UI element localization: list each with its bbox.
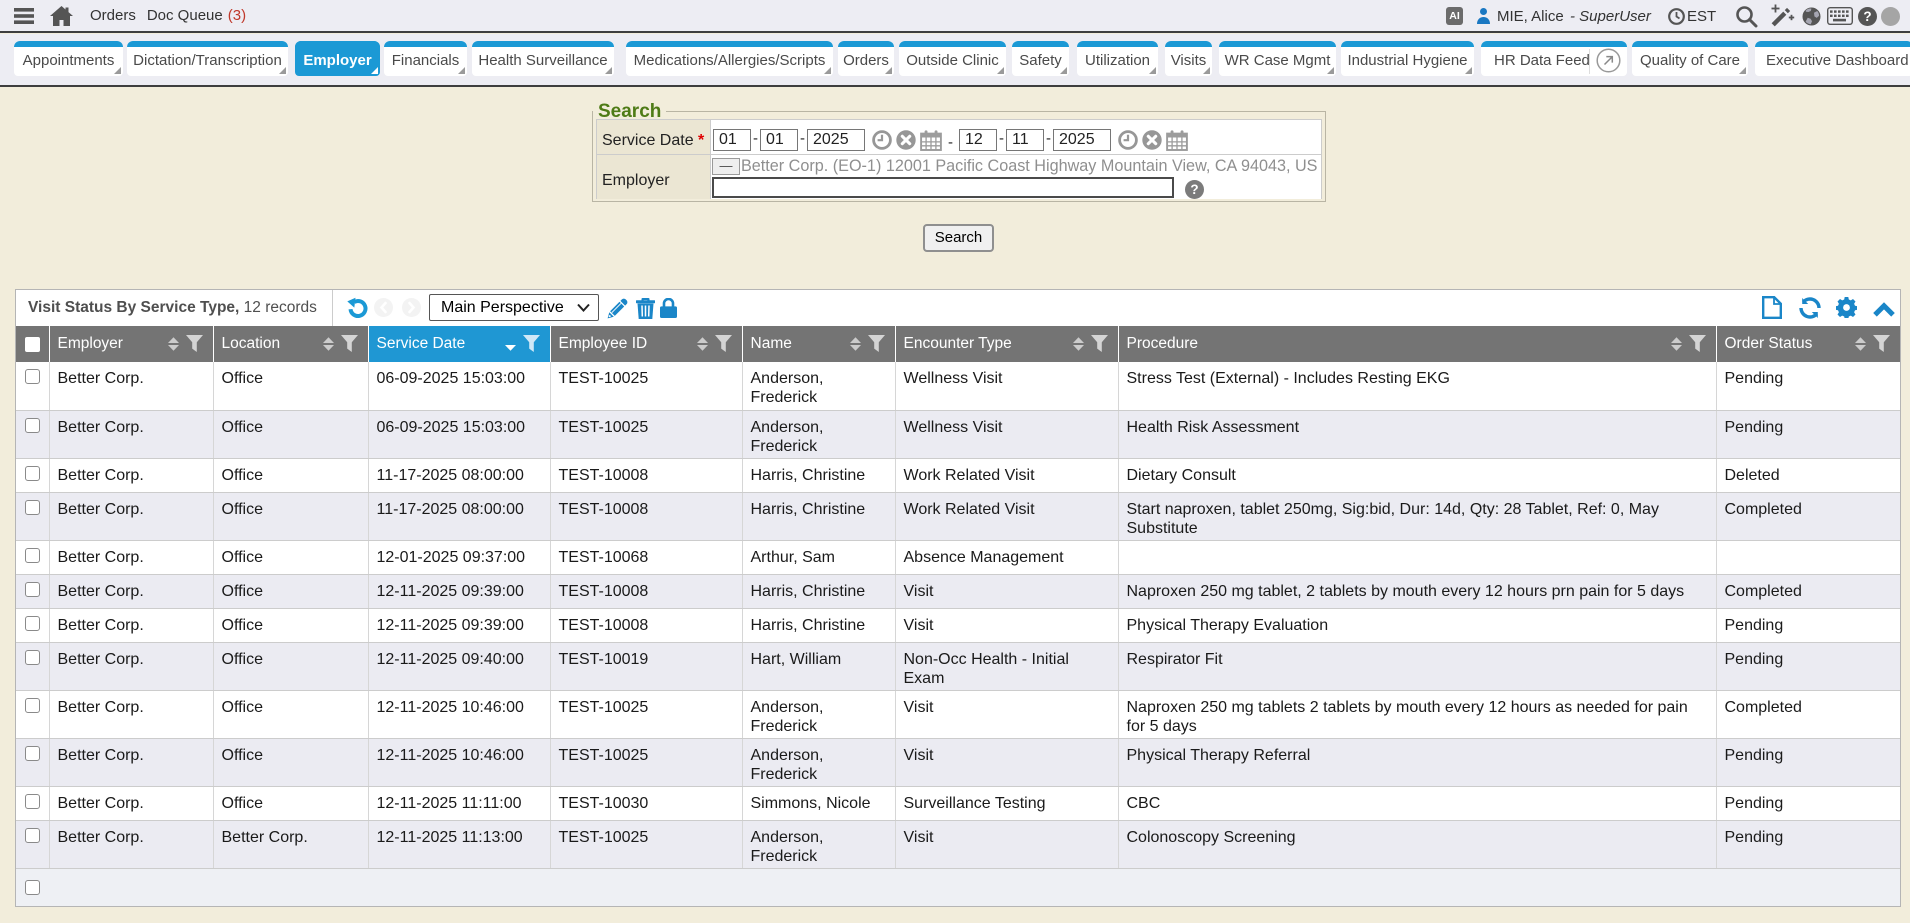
svg-text:?: ? [1863,9,1871,24]
svg-text:?: ? [1190,182,1198,197]
